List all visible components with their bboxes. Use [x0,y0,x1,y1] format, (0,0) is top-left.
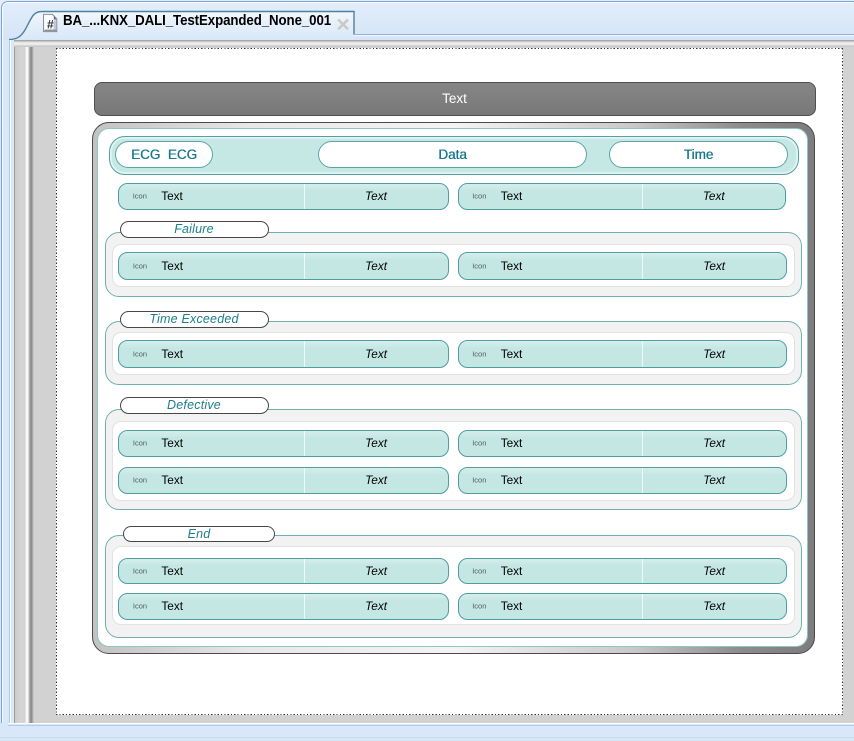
svg-text:#: # [47,18,54,32]
